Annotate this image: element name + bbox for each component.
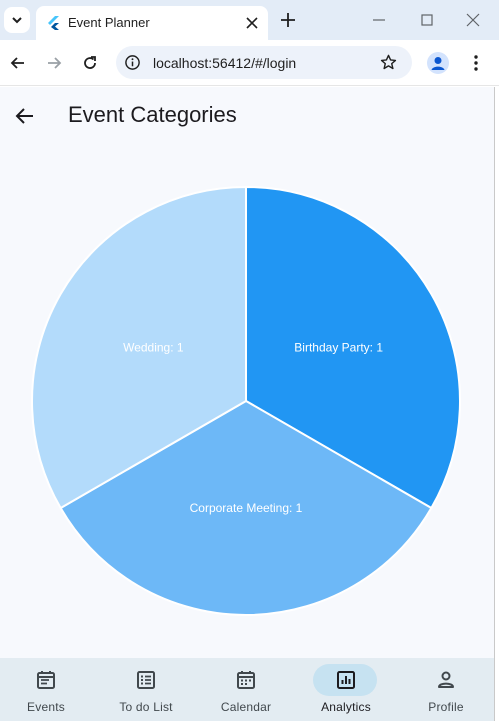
slice-label: Corporate Meeting: 1	[190, 501, 303, 515]
plus-icon[interactable]	[278, 10, 298, 30]
browser-tab[interactable]: Event Planner	[36, 6, 268, 40]
back-icon[interactable]	[8, 53, 28, 73]
nav-label: Calendar	[220, 700, 272, 714]
nav-label: Analytics	[321, 700, 371, 714]
person-icon	[438, 671, 454, 688]
nav-item-analytics[interactable]: Analytics	[297, 658, 395, 721]
slice-label: Wedding: 1	[123, 341, 184, 355]
minimize-icon[interactable]	[369, 10, 389, 30]
browser-toolbar: localhost:56412/#/login	[0, 40, 499, 86]
flutter-icon	[48, 16, 59, 30]
pie-chart: Birthday Party: 1 Corporate Meeting: 1 Wed…	[31, 185, 461, 616]
event-icon	[37, 671, 55, 689]
calendar-icon	[237, 671, 255, 689]
address-bar[interactable]: localhost:56412/#/login	[116, 46, 412, 79]
nav-item-calendar[interactable]: Calendar	[197, 658, 295, 721]
nav-item-profile[interactable]: Profile	[397, 658, 495, 721]
maximize-icon[interactable]	[417, 10, 437, 30]
url-text: localhost:56412/#/login	[153, 55, 297, 71]
tab-strip: Event Planner	[0, 0, 499, 40]
avatar[interactable]	[427, 52, 449, 74]
close-window-icon[interactable]	[463, 10, 483, 30]
nav-item-todo[interactable]: To do List	[97, 658, 195, 721]
close-icon[interactable]	[244, 15, 260, 31]
nav-label: Profile	[428, 700, 464, 714]
analytics-icon	[337, 671, 355, 689]
tab-search-button[interactable]	[4, 7, 30, 33]
reload-icon[interactable]	[80, 53, 100, 73]
tab-title: Event Planner	[68, 15, 150, 30]
more-vert-icon[interactable]	[466, 53, 486, 73]
forward-icon[interactable]	[44, 53, 64, 73]
star-icon[interactable]	[379, 53, 398, 72]
nav-label: To do List	[119, 700, 173, 714]
app-screen: Event Categories Birthday Party: 1 Corpor…	[0, 87, 494, 721]
nav-item-events[interactable]: Events	[0, 658, 95, 721]
list-icon	[137, 671, 155, 689]
slice-label: Birthday Party: 1	[294, 341, 383, 355]
nav-label: Events	[27, 700, 65, 714]
chevron-down-icon	[12, 17, 22, 24]
bottom-navigation: Events To do List Calendar Analytics Pro…	[0, 658, 494, 721]
info-icon[interactable]	[124, 54, 141, 71]
person-icon	[431, 57, 445, 70]
window-edge	[494, 87, 499, 721]
